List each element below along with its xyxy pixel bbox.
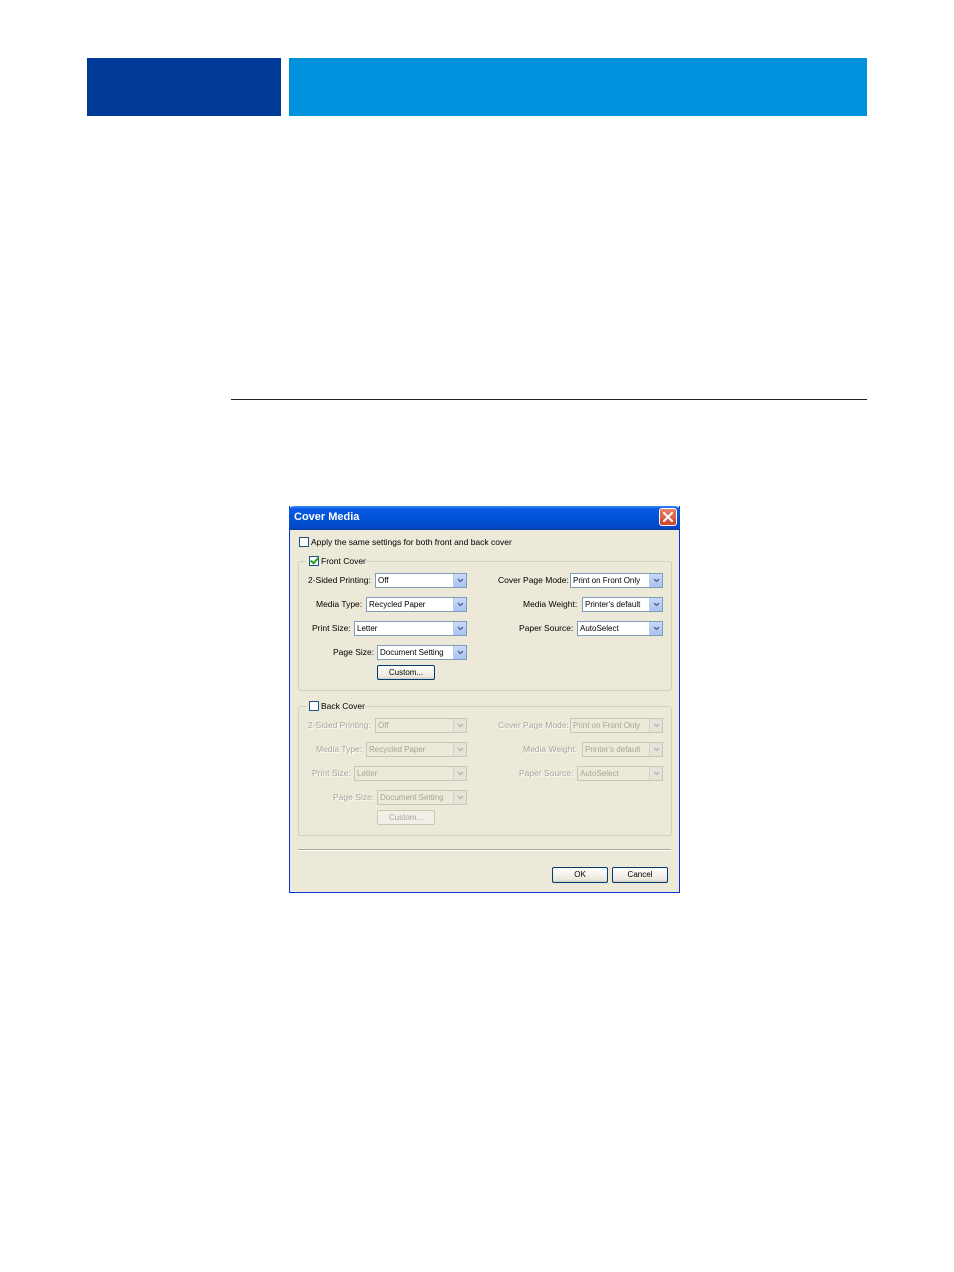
back-cover-checkbox[interactable] <box>309 701 319 711</box>
footer-separator <box>298 849 671 851</box>
front-cover-checkbox[interactable] <box>309 556 319 566</box>
front-cover-label: Front Cover <box>321 556 366 566</box>
chevron-down-icon <box>649 719 662 732</box>
header-band-dark <box>87 58 281 116</box>
dialog-titlebar: Cover Media <box>289 506 680 530</box>
chevron-down-icon <box>453 791 466 804</box>
front-media-type-label: Media Type: <box>316 599 363 609</box>
front-print-size-select[interactable]: Letter <box>354 621 467 636</box>
back-page-size-select: Document Setting <box>377 790 467 805</box>
back-two-sided-select: Off <box>375 718 467 733</box>
chevron-down-icon <box>453 622 466 635</box>
front-media-weight-label: Media Weight: <box>523 599 578 609</box>
back-media-type-label: Media Type: <box>316 744 363 754</box>
front-page-size-label: Page Size: <box>333 647 375 657</box>
front-cover-mode-label: Cover Page Mode: <box>498 575 569 585</box>
back-media-type-select: Recycled Paper <box>366 742 467 757</box>
front-two-sided-select[interactable]: Off <box>375 573 467 588</box>
apply-same-checkbox[interactable] <box>299 537 309 547</box>
chevron-down-icon <box>453 719 466 732</box>
close-icon <box>663 512 673 522</box>
front-cover-mode-select[interactable]: Print on Front Only <box>570 573 663 588</box>
chevron-down-icon <box>453 598 466 611</box>
front-two-sided-label: 2-Sided Printing: <box>308 575 371 585</box>
back-print-size-select: Letter <box>354 766 467 781</box>
back-cover-mode-select: Print on Front Only <box>570 718 663 733</box>
back-cover-mode-label: Cover Page Mode: <box>498 720 569 730</box>
front-page-size-select[interactable]: Document Setting <box>377 645 467 660</box>
back-media-weight-select: Printer's default <box>582 742 663 757</box>
front-media-weight-select[interactable]: Printer's default <box>582 597 663 612</box>
chevron-down-icon <box>453 574 466 587</box>
chevron-down-icon <box>453 646 466 659</box>
chevron-down-icon <box>649 574 662 587</box>
header-band-light <box>289 58 867 116</box>
back-page-size-label: Page Size: <box>333 792 375 802</box>
back-custom-button: Custom... <box>377 810 435 825</box>
front-print-size-label: Print Size: <box>312 623 351 633</box>
apply-same-label: Apply the same settings for both front a… <box>311 537 512 547</box>
cancel-button[interactable]: Cancel <box>612 867 668 883</box>
back-cover-label: Back Cover <box>321 701 365 711</box>
chevron-down-icon <box>453 767 466 780</box>
chevron-down-icon <box>649 743 662 756</box>
front-custom-button[interactable]: Custom... <box>377 665 435 680</box>
chevron-down-icon <box>649 767 662 780</box>
cover-media-dialog: Cover Media Apply the same settings for … <box>289 506 680 893</box>
front-paper-source-label: Paper Source: <box>519 623 574 633</box>
chevron-down-icon <box>649 622 662 635</box>
close-button[interactable] <box>659 508 677 526</box>
back-paper-source-label: Paper Source: <box>519 768 574 778</box>
back-paper-source-select: AutoSelect <box>577 766 663 781</box>
ok-button[interactable]: OK <box>552 867 608 883</box>
front-paper-source-select[interactable]: AutoSelect <box>577 621 663 636</box>
back-two-sided-label: 2-Sided Printing: <box>308 720 371 730</box>
section-rule <box>231 399 867 400</box>
front-media-type-select[interactable]: Recycled Paper <box>366 597 467 612</box>
chevron-down-icon <box>649 598 662 611</box>
dialog-title: Cover Media <box>294 511 360 523</box>
back-media-weight-label: Media Weight: <box>523 744 578 754</box>
back-print-size-label: Print Size: <box>312 768 351 778</box>
chevron-down-icon <box>453 743 466 756</box>
